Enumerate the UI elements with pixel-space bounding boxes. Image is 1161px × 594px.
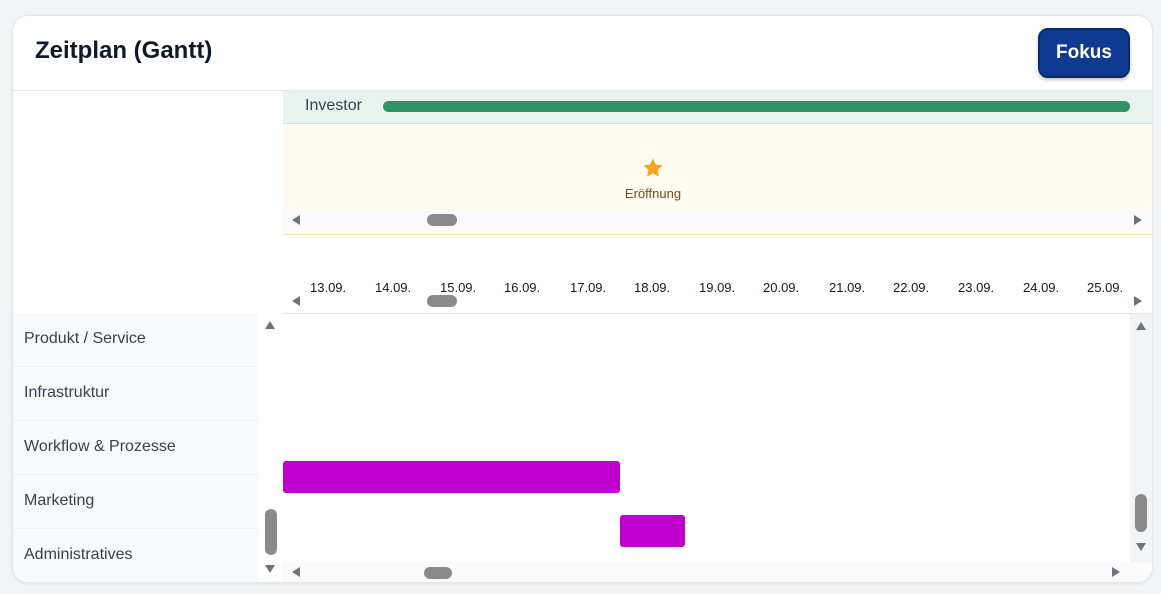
milestone-scrollbar[interactable] bbox=[283, 210, 1152, 230]
task-bar-administratives[interactable] bbox=[620, 515, 685, 547]
milestone-eroeffnung[interactable]: Eröffnung bbox=[613, 156, 693, 201]
category-infrastruktur[interactable]: Infrastruktur bbox=[13, 367, 258, 421]
left-header-spacer bbox=[13, 91, 283, 313]
scroll-right-icon[interactable] bbox=[1134, 215, 1142, 225]
investor-bar[interactable] bbox=[383, 101, 1130, 112]
star-icon bbox=[643, 158, 663, 177]
scroll-down-icon[interactable] bbox=[1136, 543, 1146, 551]
date-header: 13.09. 14.09. 15.09. 16.09. 17.09. 18.09… bbox=[283, 235, 1152, 314]
gantt-chart bbox=[283, 314, 1130, 562]
category-label: Infrastruktur bbox=[24, 384, 110, 401]
scroll-up-icon[interactable] bbox=[265, 321, 275, 329]
scrollbar-thumb[interactable] bbox=[265, 509, 277, 555]
category-label: Marketing bbox=[24, 492, 95, 509]
category-scrollbar[interactable] bbox=[263, 313, 279, 582]
card-header: Zeitplan (Gantt) Fokus bbox=[13, 16, 1152, 91]
chart-horizontal-scrollbar[interactable] bbox=[283, 562, 1152, 582]
scroll-left-icon[interactable] bbox=[292, 567, 300, 577]
scroll-up-icon[interactable] bbox=[1136, 322, 1146, 330]
category-label: Administratives bbox=[24, 546, 133, 563]
category-administratives[interactable]: Administratives bbox=[13, 529, 258, 582]
scroll-right-icon[interactable] bbox=[1134, 296, 1142, 306]
scroll-down-icon[interactable] bbox=[265, 565, 275, 573]
task-bar-marketing[interactable] bbox=[283, 461, 620, 493]
milestone-band: Eröffnung bbox=[283, 124, 1152, 235]
investor-row: Investor bbox=[283, 91, 1152, 124]
scrollbar-thumb[interactable] bbox=[427, 295, 457, 307]
category-marketing[interactable]: Marketing bbox=[13, 475, 258, 529]
scrollbar-thumb[interactable] bbox=[424, 567, 452, 579]
date-scrollbar[interactable] bbox=[283, 291, 1152, 311]
category-label: Produkt / Service bbox=[24, 330, 146, 347]
focus-button[interactable]: Fokus bbox=[1038, 28, 1130, 78]
scrollbar-thumb[interactable] bbox=[1135, 494, 1147, 532]
chart-vertical-scrollbar[interactable] bbox=[1130, 314, 1152, 562]
category-list: Produkt / Service Infrastruktur Workflow… bbox=[13, 313, 258, 582]
gantt-card: Zeitplan (Gantt) Fokus Investor Eröffnun… bbox=[12, 15, 1153, 583]
category-label: Workflow & Prozesse bbox=[24, 438, 176, 455]
scroll-left-icon[interactable] bbox=[292, 215, 300, 225]
page-title: Zeitplan (Gantt) bbox=[35, 37, 213, 64]
scroll-left-icon[interactable] bbox=[292, 296, 300, 306]
milestone-label: Eröffnung bbox=[624, 186, 682, 201]
category-produkt-service[interactable]: Produkt / Service bbox=[13, 313, 258, 367]
scrollbar-thumb[interactable] bbox=[427, 214, 457, 226]
investor-label: Investor bbox=[305, 97, 362, 114]
category-workflow-prozesse[interactable]: Workflow & Prozesse bbox=[13, 421, 258, 475]
scroll-right-icon[interactable] bbox=[1112, 567, 1120, 577]
